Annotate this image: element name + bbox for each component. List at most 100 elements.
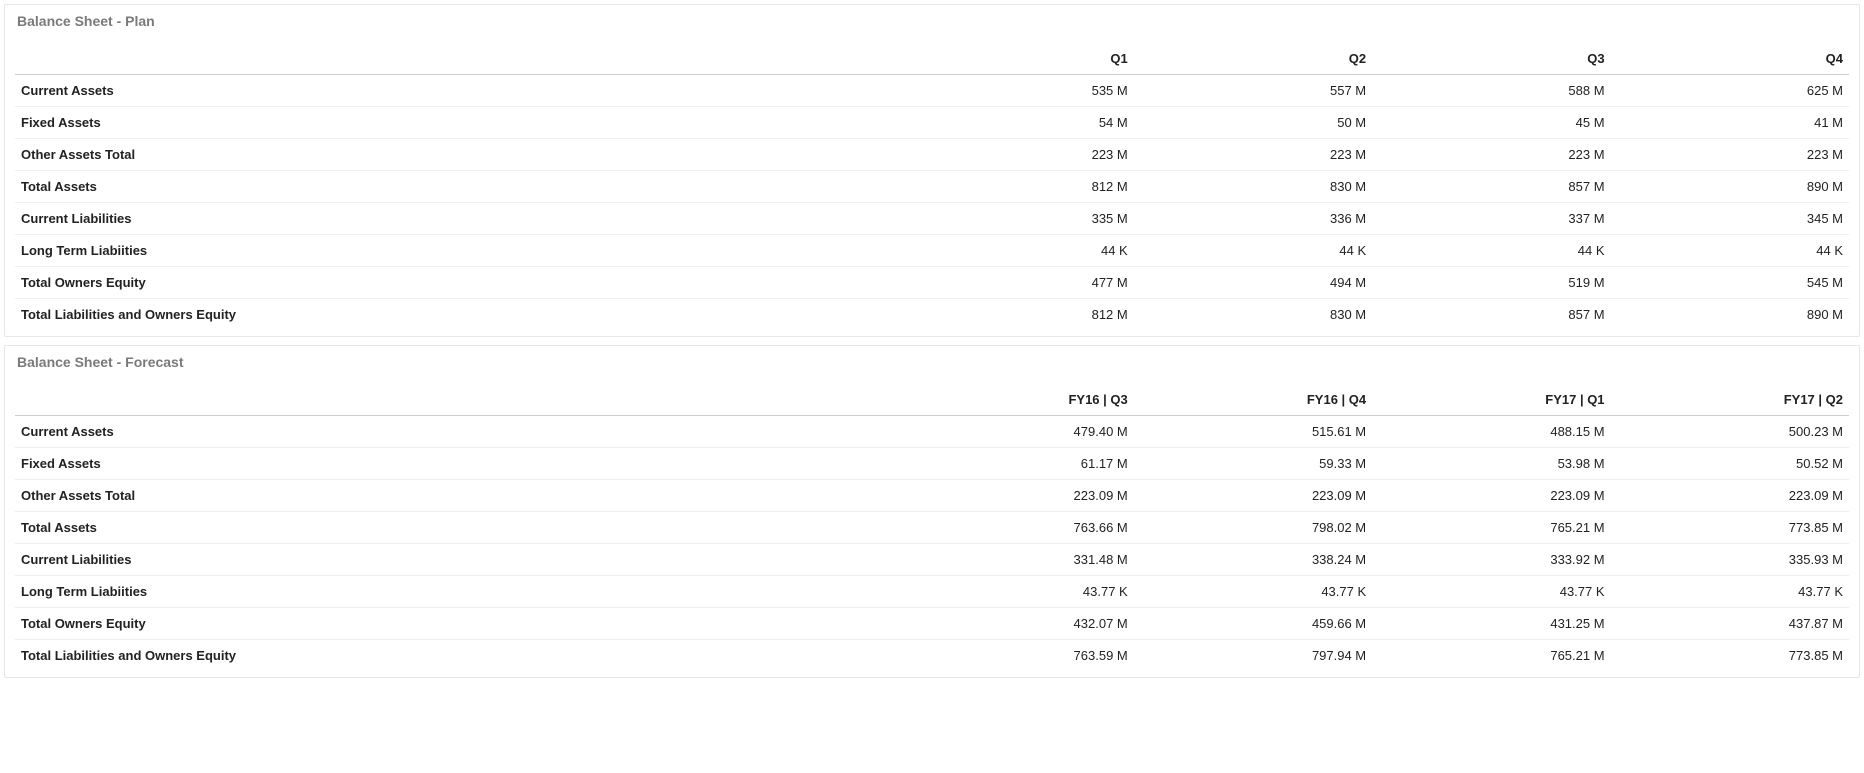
cell-value: 335.93 M xyxy=(1611,544,1849,576)
table-row: Current Assets 479.40 M 515.61 M 488.15 … xyxy=(15,416,1849,448)
cell-value: 336 M xyxy=(1134,203,1372,235)
cell-value: 890 M xyxy=(1611,299,1849,331)
cell-value: 812 M xyxy=(895,299,1133,331)
cell-value: 223 M xyxy=(895,139,1133,171)
cell-value: 331.48 M xyxy=(895,544,1133,576)
row-label: Long Term Liabiities xyxy=(15,576,895,608)
cell-value: 59.33 M xyxy=(1134,448,1372,480)
row-label: Total Liabilities and Owners Equity xyxy=(15,299,895,331)
forecast-header-fy17q2: FY17 | Q2 xyxy=(1611,384,1849,416)
table-row: Other Assets Total 223 M 223 M 223 M 223… xyxy=(15,139,1849,171)
table-row: Total Owners Equity 477 M 494 M 519 M 54… xyxy=(15,267,1849,299)
forecast-header-row: FY16 | Q3 FY16 | Q4 FY17 | Q1 FY17 | Q2 xyxy=(15,384,1849,416)
cell-value: 338.24 M xyxy=(1134,544,1372,576)
plan-table: Q1 Q2 Q3 Q4 Current Assets 535 M 557 M 5… xyxy=(15,43,1849,330)
cell-value: 797.94 M xyxy=(1134,640,1372,672)
cell-value: 459.66 M xyxy=(1134,608,1372,640)
cell-value: 535 M xyxy=(895,75,1133,107)
table-row: Long Term Liabiities 43.77 K 43.77 K 43.… xyxy=(15,576,1849,608)
card-plan: Balance Sheet - Plan Q1 Q2 Q3 Q4 Current… xyxy=(4,4,1860,337)
card-plan-title: Balance Sheet - Plan xyxy=(15,5,1849,43)
table-row: Fixed Assets 61.17 M 59.33 M 53.98 M 50.… xyxy=(15,448,1849,480)
cell-value: 223 M xyxy=(1372,139,1610,171)
forecast-header-blank xyxy=(15,384,895,416)
cell-value: 43.77 K xyxy=(1372,576,1610,608)
cell-value: 61.17 M xyxy=(895,448,1133,480)
cell-value: 765.21 M xyxy=(1372,640,1610,672)
cell-value: 773.85 M xyxy=(1611,640,1849,672)
cell-value: 345 M xyxy=(1611,203,1849,235)
cell-value: 798.02 M xyxy=(1134,512,1372,544)
row-label: Other Assets Total xyxy=(15,139,895,171)
card-forecast-title: Balance Sheet - Forecast xyxy=(15,346,1849,384)
cell-value: 44 K xyxy=(1134,235,1372,267)
row-label: Total Owners Equity xyxy=(15,608,895,640)
cell-value: 830 M xyxy=(1134,171,1372,203)
cell-value: 50 M xyxy=(1134,107,1372,139)
plan-header-q3: Q3 xyxy=(1372,43,1610,75)
cell-value: 494 M xyxy=(1134,267,1372,299)
cell-value: 763.59 M xyxy=(895,640,1133,672)
table-row: Total Assets 763.66 M 798.02 M 765.21 M … xyxy=(15,512,1849,544)
cell-value: 44 K xyxy=(1611,235,1849,267)
row-label: Total Assets xyxy=(15,512,895,544)
cell-value: 44 K xyxy=(895,235,1133,267)
card-forecast: Balance Sheet - Forecast FY16 | Q3 FY16 … xyxy=(4,345,1860,678)
cell-value: 333.92 M xyxy=(1372,544,1610,576)
cell-value: 830 M xyxy=(1134,299,1372,331)
table-row: Current Liabilities 331.48 M 338.24 M 33… xyxy=(15,544,1849,576)
forecast-header-fy16q4: FY16 | Q4 xyxy=(1134,384,1372,416)
forecast-header-fy16q3: FY16 | Q3 xyxy=(895,384,1133,416)
row-label: Current Liabilities xyxy=(15,544,895,576)
cell-value: 437.87 M xyxy=(1611,608,1849,640)
cell-value: 223 M xyxy=(1611,139,1849,171)
cell-value: 53.98 M xyxy=(1372,448,1610,480)
cell-value: 45 M xyxy=(1372,107,1610,139)
cell-value: 335 M xyxy=(895,203,1133,235)
row-label: Fixed Assets xyxy=(15,107,895,139)
cell-value: 763.66 M xyxy=(895,512,1133,544)
cell-value: 41 M xyxy=(1611,107,1849,139)
cell-value: 431.25 M xyxy=(1372,608,1610,640)
cell-value: 44 K xyxy=(1372,235,1610,267)
table-row: Current Assets 535 M 557 M 588 M 625 M xyxy=(15,75,1849,107)
cell-value: 477 M xyxy=(895,267,1133,299)
cell-value: 43.77 K xyxy=(1611,576,1849,608)
plan-header-q4: Q4 xyxy=(1611,43,1849,75)
cell-value: 857 M xyxy=(1372,299,1610,331)
plan-header-q2: Q2 xyxy=(1134,43,1372,75)
cell-value: 54 M xyxy=(895,107,1133,139)
cell-value: 223.09 M xyxy=(1372,480,1610,512)
cell-value: 488.15 M xyxy=(1372,416,1610,448)
table-row: Total Liabilities and Owners Equity 812 … xyxy=(15,299,1849,331)
plan-header-blank xyxy=(15,43,895,75)
row-label: Current Liabilities xyxy=(15,203,895,235)
cell-value: 337 M xyxy=(1372,203,1610,235)
cell-value: 50.52 M xyxy=(1611,448,1849,480)
cell-value: 43.77 K xyxy=(1134,576,1372,608)
cell-value: 557 M xyxy=(1134,75,1372,107)
row-label: Total Assets xyxy=(15,171,895,203)
table-row: Current Liabilities 335 M 336 M 337 M 34… xyxy=(15,203,1849,235)
row-label: Fixed Assets xyxy=(15,448,895,480)
cell-value: 773.85 M xyxy=(1611,512,1849,544)
row-label: Current Assets xyxy=(15,75,895,107)
cell-value: 857 M xyxy=(1372,171,1610,203)
cell-value: 765.21 M xyxy=(1372,512,1610,544)
row-label: Total Owners Equity xyxy=(15,267,895,299)
cell-value: 625 M xyxy=(1611,75,1849,107)
row-label: Total Liabilities and Owners Equity xyxy=(15,640,895,672)
row-label: Current Assets xyxy=(15,416,895,448)
table-row: Total Liabilities and Owners Equity 763.… xyxy=(15,640,1849,672)
cell-value: 223.09 M xyxy=(1611,480,1849,512)
row-label: Long Term Liabiities xyxy=(15,235,895,267)
cell-value: 519 M xyxy=(1372,267,1610,299)
cell-value: 588 M xyxy=(1372,75,1610,107)
cell-value: 223.09 M xyxy=(1134,480,1372,512)
cell-value: 43.77 K xyxy=(895,576,1133,608)
cell-value: 223 M xyxy=(1134,139,1372,171)
cell-value: 545 M xyxy=(1611,267,1849,299)
plan-header-row: Q1 Q2 Q3 Q4 xyxy=(15,43,1849,75)
cell-value: 515.61 M xyxy=(1134,416,1372,448)
cell-value: 432.07 M xyxy=(895,608,1133,640)
